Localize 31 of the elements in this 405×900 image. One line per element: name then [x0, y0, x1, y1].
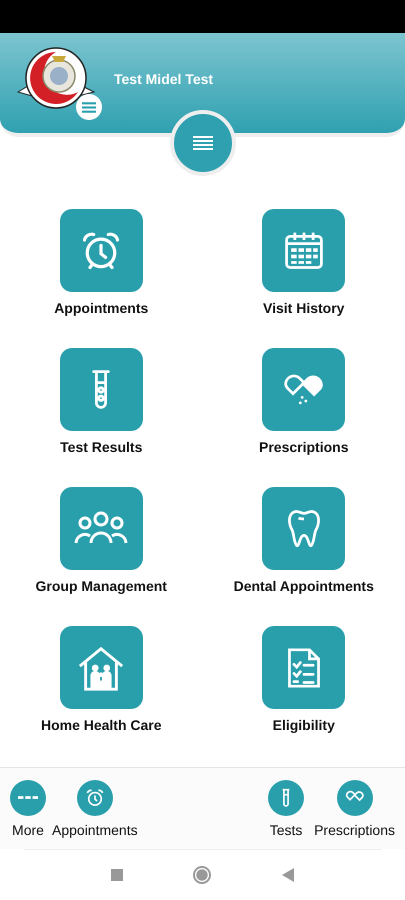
tile-button[interactable] [60, 626, 143, 709]
nav-tab[interactable]: Tests [268, 780, 304, 838]
menu-icon [192, 136, 212, 150]
menu-button[interactable] [76, 94, 102, 120]
tile-button[interactable] [60, 209, 143, 292]
user-name: Test Midel Test [114, 71, 214, 87]
nav-tab[interactable]: Appointments [52, 780, 138, 838]
back-button[interactable] [280, 868, 294, 882]
menu-icon [82, 102, 96, 112]
tile-label: Appointments [54, 300, 148, 316]
nav-tab[interactable]: More [10, 780, 46, 838]
tile-label: Prescriptions [259, 439, 348, 455]
nav-tab[interactable]: Prescriptions [314, 780, 395, 838]
capsule-icon [336, 780, 373, 816]
alarm-clock-icon [76, 780, 113, 816]
tile-button[interactable] [262, 626, 346, 709]
tile-button[interactable] [60, 348, 143, 431]
tile-label: Eligibility [272, 717, 335, 733]
tile-label: Visit History [263, 300, 344, 316]
tile-button[interactable] [60, 487, 143, 570]
dots-icon [10, 780, 46, 816]
tile-label: Group Management [36, 578, 167, 594]
home-button[interactable] [192, 866, 210, 884]
tile-button[interactable] [262, 209, 346, 292]
test-tube-icon [268, 780, 304, 816]
tile-button[interactable] [262, 348, 346, 431]
tile-label: Test Results [60, 439, 142, 455]
tile-label: Home Health Care [40, 717, 162, 733]
recents-button[interactable] [110, 869, 122, 881]
tile-button[interactable] [262, 487, 346, 570]
tile-label: Dental Appointments [234, 578, 374, 594]
